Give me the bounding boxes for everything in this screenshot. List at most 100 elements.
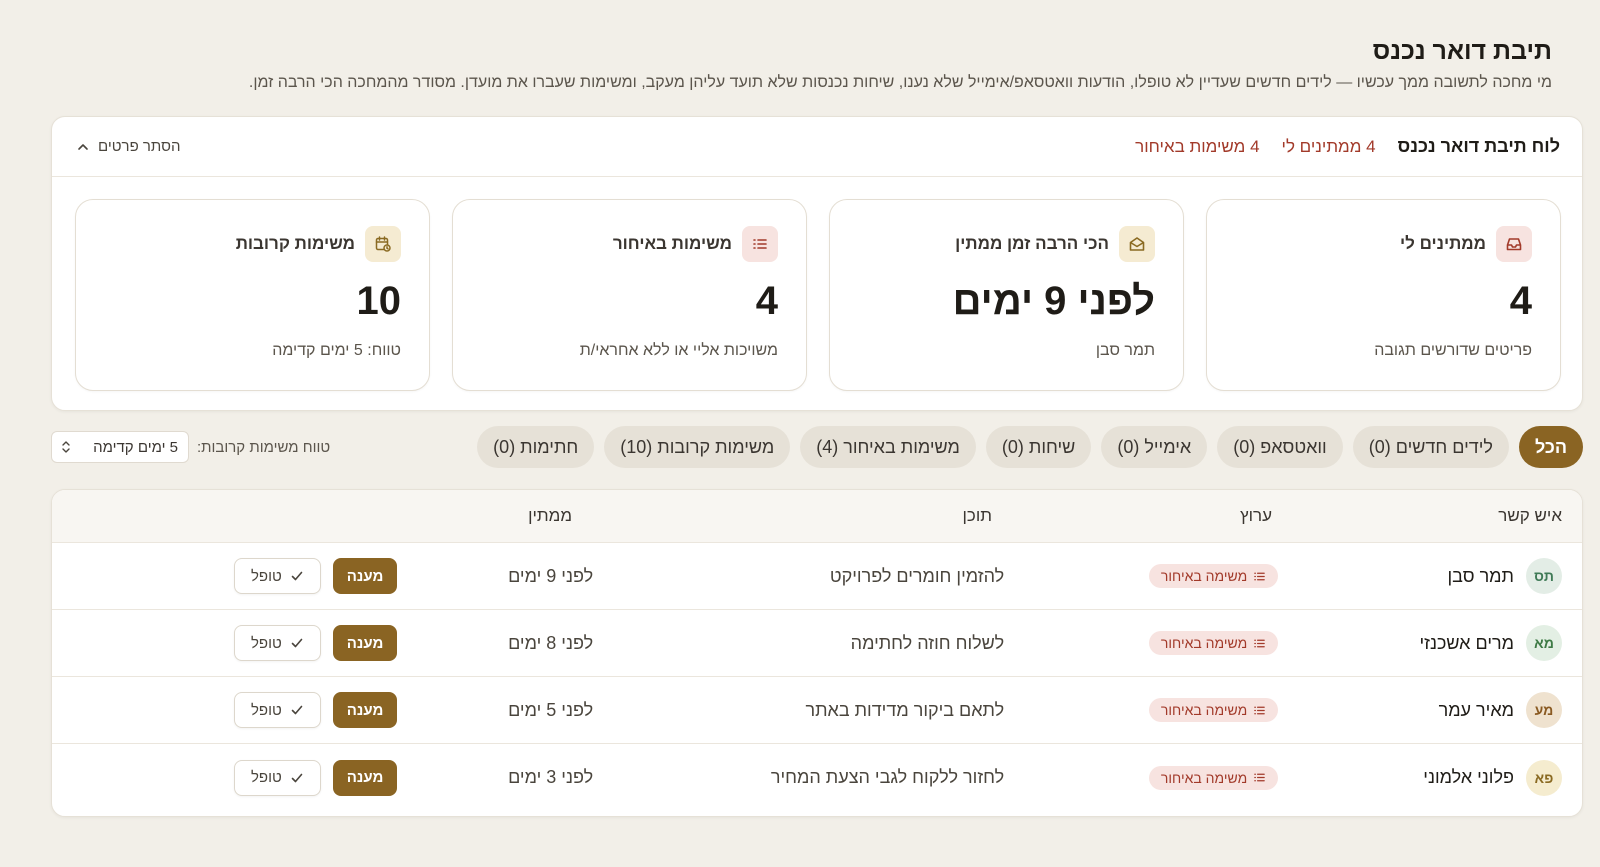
waiting-cell: לפני 9 ימים	[508, 565, 594, 586]
mark-done-button[interactable]: טופל	[233, 625, 321, 661]
inbox-summary-panel: לוח תיבת דואר נכנס 4 ממתינים לי 4 משימות…	[51, 116, 1583, 411]
reply-button[interactable]: מענה	[332, 759, 398, 796]
select-arrows-icon	[62, 441, 70, 453]
content-cell: לשלוח חוזה לחתימה	[850, 632, 1005, 653]
card-label: הכי הרבה זמן ממתין	[955, 234, 1109, 253]
card-label: משימות קרובות	[235, 234, 355, 253]
list-icon	[1254, 773, 1265, 782]
header-contact: איש קשר	[1498, 506, 1562, 525]
range-value: 5 ימים קדימה	[93, 438, 178, 456]
chevron-up-icon	[78, 143, 88, 150]
channel-badge: משימה באיחור	[1148, 698, 1279, 722]
contact-name[interactable]: פלוני אלמוני	[1423, 767, 1514, 788]
table-body: תס תמר סבן משימה באיחור להזמין חומרים לפ…	[52, 543, 1582, 811]
summary-header: לוח תיבת דואר נכנס 4 ממתינים לי 4 משימות…	[52, 117, 1582, 177]
summary-cards: ממתינים לי 4 פריטים שדורשים תגובה הכי הר…	[52, 177, 1582, 391]
channel-badge: משימה באיחור	[1148, 765, 1279, 790]
table-row: מע מאיר עמר משימה באיחור לתאם ביקור מדיד…	[52, 677, 1582, 744]
list-icon	[1254, 639, 1265, 647]
filter-chip-overdue-tasks[interactable]: משימות באיחור (4)	[800, 426, 976, 468]
filter-bar: הכל לידים חדשים (0) וואטסאפ (0) אימייל (…	[51, 426, 1583, 468]
content-cell: לחזור ללקוח לגבי הצעת המחיר	[770, 767, 1005, 787]
channel-label: משימה באיחור	[1160, 568, 1248, 584]
contact-cell: פא פלוני אלמוני	[1278, 759, 1582, 796]
check-icon	[291, 571, 303, 581]
actions-cell: מענה טופל	[52, 759, 398, 796]
reply-button[interactable]: מענה	[332, 692, 398, 728]
table-header: איש קשר ערוץ תוכן ממתין	[52, 490, 1582, 543]
card-value: 10	[356, 279, 402, 323]
table-row: תס תמר סבן משימה באיחור להזמין חומרים לפ…	[52, 543, 1582, 610]
hide-details-button[interactable]: הסתר פרטים	[76, 138, 180, 155]
calendar-clock-icon	[365, 226, 401, 262]
filter-chip-whatsapp[interactable]: וואטסאפ (0)	[1217, 426, 1343, 468]
waiting-cell: לפני 8 ימים	[508, 632, 594, 653]
filter-chip-signatures[interactable]: חתימות (0)	[477, 426, 595, 468]
reply-button[interactable]: מענה	[332, 558, 398, 594]
channel-cell: משימה באיחור	[1004, 698, 1279, 722]
channel-cell: משימה באיחור	[1004, 631, 1279, 655]
card-value: לפני 9 ימים	[952, 279, 1155, 323]
filter-chip-upcoming-tasks[interactable]: משימות קרובות (10)	[604, 426, 791, 468]
inbox-icon	[1496, 226, 1532, 262]
table-row: פא פלוני אלמוני משימה באיחור לחזור ללקוח…	[52, 744, 1582, 811]
card-value: 4	[1509, 279, 1532, 323]
contact-name[interactable]: מאיר עמר	[1439, 700, 1514, 721]
mark-done-button[interactable]: טופל	[233, 692, 321, 728]
actions-cell: מענה טופל	[52, 692, 398, 728]
mark-done-label: טופל	[250, 567, 282, 585]
avatar: מע	[1526, 692, 1562, 728]
mark-done-label: טופל	[250, 634, 282, 652]
header-content: תוכן	[962, 506, 992, 525]
filter-chip-new-leads[interactable]: לידים חדשים (0)	[1352, 426, 1509, 468]
waiting-cell: לפני 5 ימים	[508, 699, 594, 720]
avatar: מא	[1526, 625, 1562, 661]
check-icon	[291, 638, 303, 648]
channel-cell: משימה באיחור	[1004, 564, 1279, 588]
card-subtext: טווח: 5 ימים קדימה	[272, 342, 401, 359]
mark-done-button[interactable]: טופל	[233, 558, 321, 594]
card-label: משימות באיחור	[612, 234, 732, 253]
inbox-table: איש קשר ערוץ תוכן ממתין תס תמר סבן משימה…	[51, 489, 1583, 817]
contact-name[interactable]: מרים אשכנזי	[1419, 633, 1514, 654]
contact-cell: מע מאיר עמר	[1278, 692, 1582, 728]
mark-done-label: טופל	[250, 701, 282, 719]
filter-chip-calls[interactable]: שיחות (0)	[985, 426, 1092, 468]
list-icon	[742, 226, 778, 262]
envelope-open-icon	[1119, 226, 1155, 262]
check-icon	[291, 705, 303, 715]
page-description: מי מחכה לתשובה ממך עכשיו — לידים חדשים ש…	[248, 74, 1552, 91]
content-cell: להזמין חומרים לפרויקט	[829, 565, 1005, 586]
card-subtext: פריטים שדורשים תגובה	[1374, 342, 1532, 359]
header-channel: ערוץ	[1240, 506, 1272, 525]
channel-label: משימה באיחור	[1160, 769, 1248, 786]
table-row: מא מרים אשכנזי משימה באיחור לשלוח חוזה ל…	[52, 610, 1582, 677]
reply-button[interactable]: מענה	[332, 625, 398, 661]
channel-label: משימה באיחור	[1160, 635, 1248, 651]
card-upcoming-tasks: משימות קרובות 10 טווח: 5 ימים קדימה	[75, 199, 430, 391]
filter-chip-email[interactable]: אימייל (0)	[1101, 426, 1208, 468]
upcoming-range-control: טווח משימות קרובות: 5 ימים קדימה	[51, 431, 330, 463]
range-label: טווח משימות קרובות:	[197, 438, 331, 456]
list-icon	[1254, 572, 1265, 580]
card-overdue-tasks: משימות באיחור 4 משויכות אליי או ללא אחרא…	[452, 199, 807, 391]
contact-name[interactable]: תמר סבן	[1448, 566, 1515, 587]
card-subtext: תמר סבן	[1095, 342, 1155, 359]
contact-cell: מא מרים אשכנזי	[1278, 625, 1582, 661]
actions-cell: מענה טופל	[52, 558, 398, 594]
check-icon	[291, 773, 303, 782]
mark-done-button[interactable]: טופל	[233, 759, 321, 796]
hide-details-label: הסתר פרטים	[98, 138, 181, 155]
filter-chip-all[interactable]: הכל	[1518, 426, 1583, 468]
summary-title: לוח תיבת דואר נכנס	[1397, 136, 1560, 156]
channel-badge: משימה באיחור	[1148, 631, 1279, 655]
overdue-stat: 4 משימות באיחור	[1135, 136, 1260, 156]
actions-cell: מענה טופל	[52, 625, 398, 661]
channel-label: משימה באיחור	[1160, 702, 1248, 718]
page-title: תיבת דואר נכנס	[1372, 37, 1552, 65]
range-select[interactable]: 5 ימים קדימה	[51, 431, 189, 463]
card-longest-waiting: הכי הרבה זמן ממתין לפני 9 ימים תמר סבן	[829, 199, 1184, 391]
list-icon	[1254, 706, 1265, 714]
card-waiting: ממתינים לי 4 פריטים שדורשים תגובה	[1206, 199, 1561, 391]
waiting-cell: לפני 3 ימים	[508, 767, 594, 787]
